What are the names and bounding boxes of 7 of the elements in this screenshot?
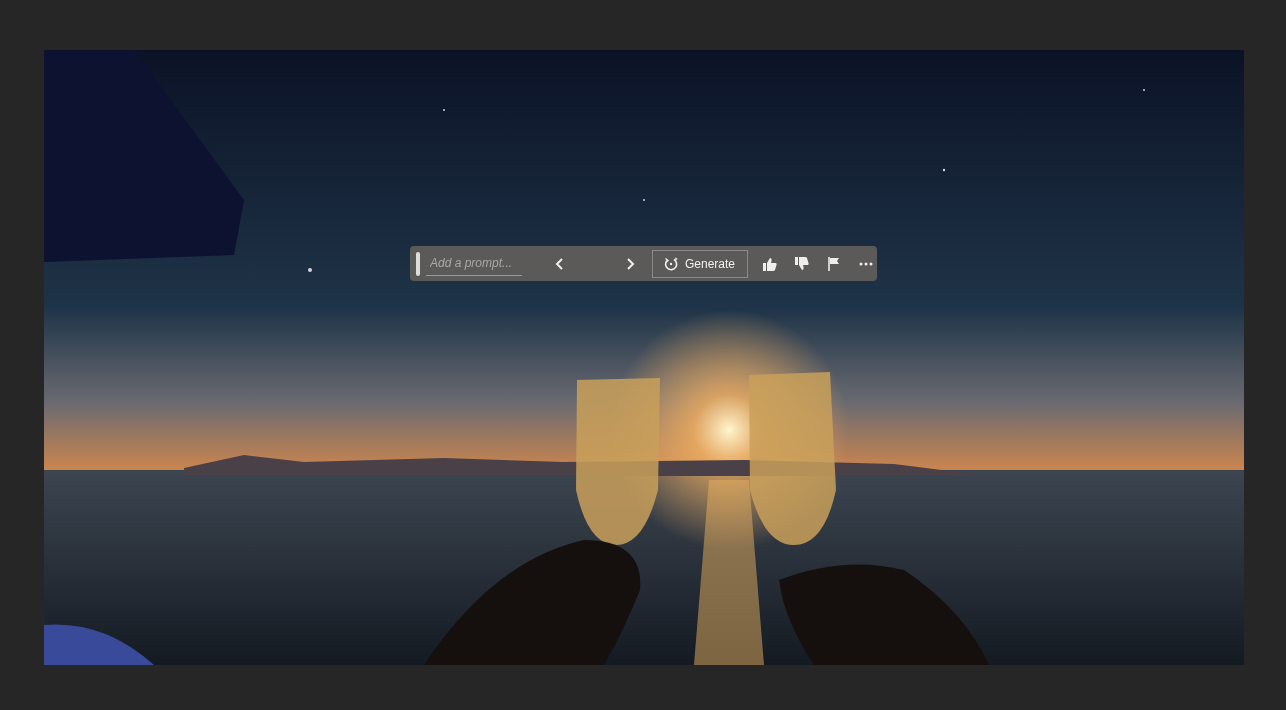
sparkle-refresh-icon [663,255,679,272]
thumbs-up-icon [762,255,779,272]
thumbs-down-icon [794,255,811,272]
more-icon [859,261,874,266]
prompt-field[interactable]: Add a prompt... [426,251,522,276]
drag-handle[interactable] [416,251,420,276]
generate-button[interactable]: Generate [652,249,749,278]
